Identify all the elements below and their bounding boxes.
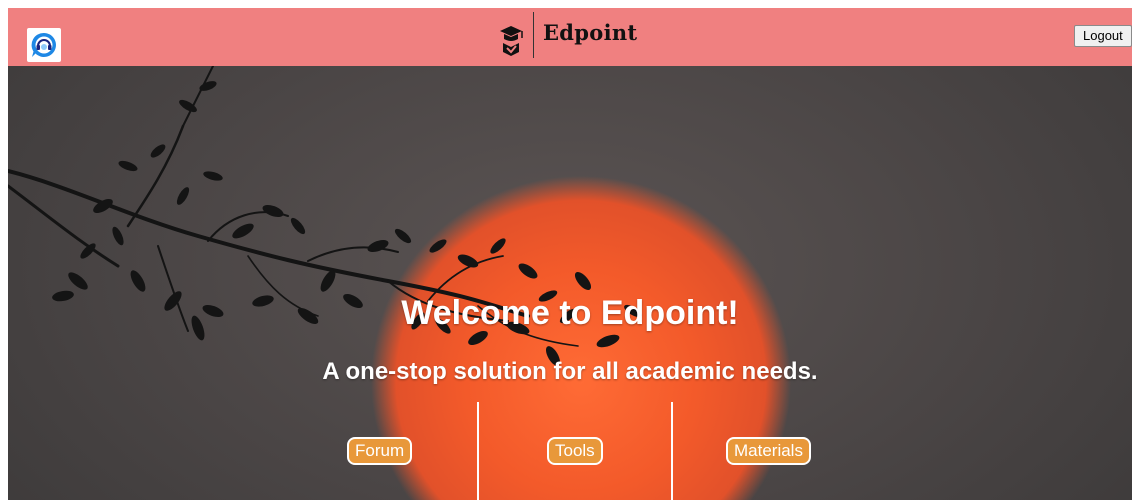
hero-section: Welcome to Edpoint! A one-stop solution … bbox=[8, 66, 1132, 500]
page-frame: Edpoint Logout Welcome to Edpoint! A one… bbox=[8, 8, 1132, 500]
hero-title: Welcome to Edpoint! bbox=[401, 294, 739, 332]
top-bar: Edpoint Logout bbox=[8, 8, 1132, 66]
graduation-cap-icon bbox=[500, 26, 523, 56]
brand-name: Edpoint bbox=[543, 20, 638, 45]
nav-divider-1 bbox=[477, 402, 479, 500]
headset-chat-icon bbox=[31, 32, 56, 57]
logout-button[interactable]: Logout bbox=[1074, 25, 1132, 47]
forum-button[interactable]: Forum bbox=[347, 437, 413, 465]
nav-divider-2 bbox=[671, 402, 673, 500]
support-button[interactable] bbox=[27, 28, 61, 62]
tools-button[interactable]: Tools bbox=[547, 437, 603, 465]
tree-branch-silhouette bbox=[8, 66, 642, 366]
hero-subtitle: A one-stop solution for all academic nee… bbox=[322, 358, 818, 385]
materials-button[interactable]: Materials bbox=[726, 437, 811, 465]
brand-divider bbox=[533, 12, 534, 58]
